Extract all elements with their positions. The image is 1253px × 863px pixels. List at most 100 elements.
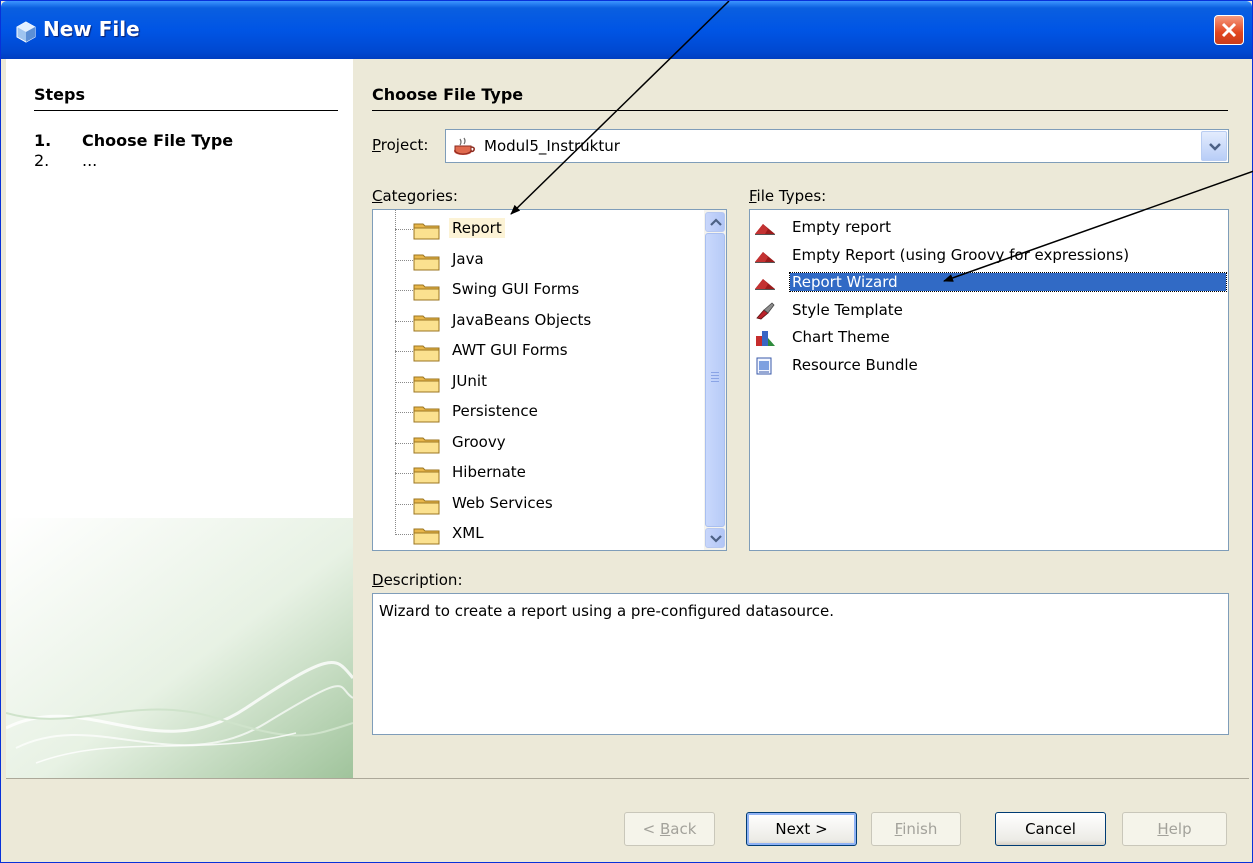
category-label: JUnit [452,371,487,390]
file-type-item[interactable]: Empty report [750,214,1228,242]
categories-tree[interactable]: Report Java Swing GUI Forms JavaBeans Objec… [372,209,727,551]
description-label-mnemonic: D [372,571,384,589]
tree-connector [395,473,413,474]
category-item[interactable]: Java [373,245,693,275]
file-type-item[interactable]: Report Wizard [750,269,1228,297]
description-box: Wizard to create a report using a pre-co… [372,593,1229,735]
category-item[interactable]: Swing GUI Forms [373,275,693,305]
project-label-mnemonic: P [372,136,381,154]
category-item[interactable]: Report [373,214,693,244]
project-dropdown-button[interactable] [1201,131,1227,161]
file-type-item[interactable]: Style Template [750,297,1228,325]
close-button[interactable] [1214,15,1244,45]
step-label: Choose File Type [82,131,234,150]
categories-label-text: ategories: [382,187,458,205]
category-label: Web Services [452,493,553,512]
folder-icon [413,345,440,362]
help-button[interactable]: Help [1122,812,1227,846]
category-item[interactable]: XML [373,519,693,549]
title-bar[interactable]: New File [1,1,1252,59]
resource-bundle-icon [756,357,772,374]
chevron-up-icon [710,218,722,226]
file-type-item[interactable]: Chart Theme [750,324,1228,352]
folder-icon [413,315,440,331]
file-type-label: Empty Report (using Groovy for expressio… [792,245,1130,264]
category-item[interactable]: Web Services [373,489,693,519]
finish-button[interactable]: Finish [871,812,961,846]
file-type-label: Style Template [792,300,903,319]
tree-connector [395,534,413,535]
chevron-down-icon [710,535,722,543]
categories-label: Categories: [372,187,458,205]
content-pane: Choose File Type Project: Modul5_Instruk… [353,59,1252,778]
scroll-thumb[interactable] [705,233,725,527]
back-button[interactable]: < Back [624,812,715,846]
description-label-text: escription: [383,571,463,589]
project-label: Project: [372,136,428,154]
decorative-swirl-graphic [6,518,353,778]
project-label-text: roject: [380,136,429,154]
scroll-down-button[interactable] [705,528,725,548]
style-template-icon [756,301,775,319]
new-file-dialog: New File Steps 1. Choose File Type 2. ..… [0,0,1253,863]
step-label: ... [82,151,98,170]
folder-icon [413,437,440,453]
folder-icon [413,376,440,392]
step-number: 1. [34,131,52,150]
file-type-label: Empty report [792,218,891,236]
report-icon [755,279,775,290]
category-label: Persistence [452,402,538,420]
tree-connector [395,320,413,322]
tree-connector [395,229,413,230]
help-button-label: elp [1168,820,1192,838]
description-label: Description: [372,571,463,589]
folder-icon [413,284,440,301]
category-item[interactable]: JavaBeans Objects [373,306,693,336]
file-types-list[interactable]: Empty report Empty Report (using Groovy f… [749,209,1229,551]
scroll-up-button[interactable] [705,212,725,232]
project-value: Modul5_Instruktur [484,137,620,155]
step-item-1: 1. Choose File Type [34,131,233,150]
category-item[interactable]: Groovy [373,428,693,458]
folder-icon [413,223,440,240]
file-types-label: File Types: [749,187,826,205]
category-item[interactable]: JUnit [373,367,693,397]
back-button-label: ack [670,820,697,838]
description-text: Wizard to create a report using a pre-co… [379,602,835,620]
file-types-label-text: ile Types: [756,187,827,205]
next-button[interactable]: Next > [746,812,857,846]
chevron-down-icon [1209,143,1221,151]
file-type-item[interactable]: Resource Bundle [750,352,1228,380]
cancel-button[interactable]: Cancel [995,812,1106,846]
back-button-prefix: < [642,820,660,838]
tree-connector [395,259,413,261]
category-item[interactable]: Hibernate [373,458,693,488]
project-combobox[interactable]: Modul5_Instruktur [445,129,1229,163]
category-label: Report [449,218,505,238]
tree-connector [395,290,413,291]
step-item-2: 2.... [34,151,97,170]
folder-icon [413,467,440,484]
category-label: Groovy [452,432,506,451]
section-header: Choose File Type [372,85,1228,111]
file-type-label: Report Wizard [789,272,1227,292]
categories-label-mnemonic: C [372,187,383,205]
category-label: JavaBeans Objects [452,310,592,329]
close-icon [1221,22,1237,38]
report-icon [755,224,775,235]
categories-scrollbar[interactable] [704,210,726,550]
button-bar-divider [6,778,1249,779]
folder-icon [413,406,440,423]
file-type-label: Resource Bundle [792,355,918,374]
category-item[interactable]: Persistence [373,397,693,427]
back-button-mnemonic: B [659,820,671,838]
report-icon [755,251,775,263]
folder-icon [413,254,440,270]
window-title: New File [43,17,140,41]
category-item[interactable]: AWT GUI Forms [373,336,693,366]
tree-connector [395,412,413,413]
file-type-item[interactable]: Empty Report (using Groovy for expressio… [750,242,1228,270]
folder-icon [413,498,440,514]
folder-icon [413,528,440,545]
category-label: Swing GUI Forms [452,280,580,298]
